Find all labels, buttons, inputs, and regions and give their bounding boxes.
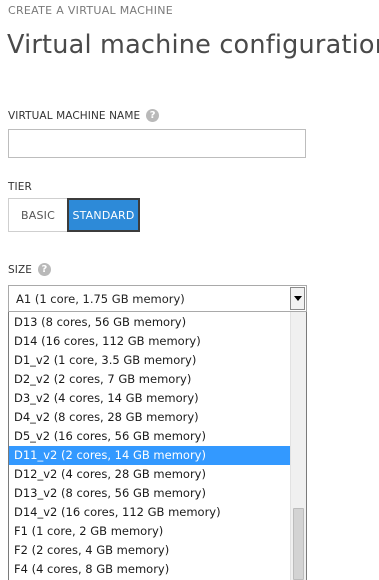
size-select-value: A1 (1 core, 1.75 GB memory): [16, 291, 185, 306]
tier-standard-button[interactable]: STANDARD: [67, 198, 140, 232]
tier-toggle-group: BASIC STANDARD: [8, 198, 140, 232]
tier-basic-button[interactable]: BASIC: [8, 198, 67, 232]
help-icon[interactable]: ?: [146, 109, 160, 122]
breadcrumb-eyebrow: CREATE A VIRTUAL MACHINE: [8, 4, 174, 17]
size-option[interactable]: D5_v2 (16 cores, 56 GB memory): [9, 427, 290, 446]
scrollbar-thumb[interactable]: [293, 508, 304, 580]
help-icon[interactable]: ?: [38, 263, 51, 276]
size-option[interactable]: F2 (2 cores, 4 GB memory): [9, 541, 290, 560]
size-dropdown-list[interactable]: D13 (8 cores, 56 GB memory) D14 (16 core…: [8, 312, 307, 580]
tier-label: TIER: [8, 181, 32, 193]
size-option[interactable]: D12_v2 (4 cores, 28 GB memory): [9, 465, 290, 484]
tier-label-row: TIER: [8, 181, 32, 193]
size-option[interactable]: D3_v2 (4 cores, 14 GB memory): [9, 389, 290, 408]
size-option[interactable]: D13 (8 cores, 56 GB memory): [9, 313, 290, 332]
vm-name-label-row: VIRTUAL MACHINE NAME ?: [8, 109, 160, 122]
dropdown-scrollbar[interactable]: [290, 312, 306, 580]
vm-name-label: VIRTUAL MACHINE NAME: [8, 109, 141, 122]
size-option-selected[interactable]: D11_v2 (2 cores, 14 GB memory): [9, 446, 290, 465]
size-option[interactable]: D2_v2 (2 cores, 7 GB memory): [9, 370, 290, 389]
size-select[interactable]: A1 (1 core, 1.75 GB memory): [8, 285, 307, 312]
vm-name-input[interactable]: [8, 129, 306, 158]
size-option[interactable]: D14 (16 cores, 112 GB memory): [9, 332, 290, 351]
size-option[interactable]: D13_v2 (8 cores, 56 GB memory): [9, 484, 290, 503]
size-option[interactable]: D14_v2 (16 cores, 112 GB memory): [9, 503, 290, 522]
size-option[interactable]: F4 (4 cores, 8 GB memory): [9, 560, 290, 579]
size-option[interactable]: F1 (1 core, 2 GB memory): [9, 522, 290, 541]
size-option[interactable]: D1_v2 (1 core, 3.5 GB memory): [9, 351, 290, 370]
page-title: Virtual machine configuration: [7, 30, 379, 60]
size-option[interactable]: D4_v2 (8 cores, 28 GB memory): [9, 408, 290, 427]
chevron-down-icon[interactable]: [290, 287, 305, 310]
size-label: SIZE: [8, 263, 32, 276]
size-label-row: SIZE ?: [8, 263, 51, 276]
